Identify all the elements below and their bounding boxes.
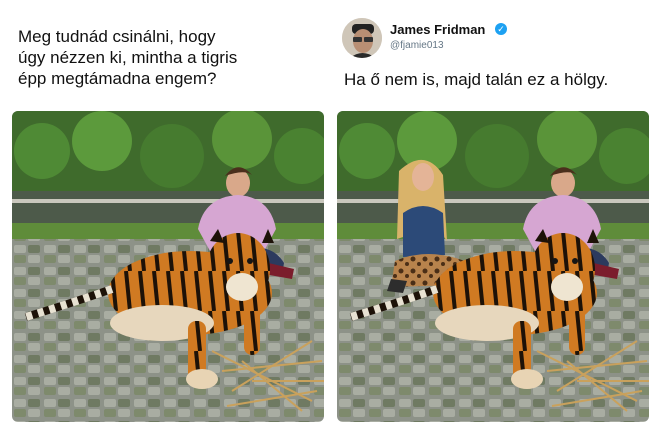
verified-badge-icon: ✓ bbox=[495, 23, 507, 35]
author-avatar[interactable] bbox=[342, 18, 382, 58]
author-name[interactable]: James Fridman bbox=[390, 22, 485, 37]
author-handle[interactable]: @fjamie013 bbox=[390, 40, 444, 51]
request-text: Meg tudnád csinálni, hogy úgy nézzen ki,… bbox=[18, 27, 238, 88]
edited-photo bbox=[337, 111, 649, 422]
original-photo bbox=[12, 111, 324, 422]
reply-text: Ha ő nem is, majd talán ez a hölgy. bbox=[344, 70, 609, 89]
